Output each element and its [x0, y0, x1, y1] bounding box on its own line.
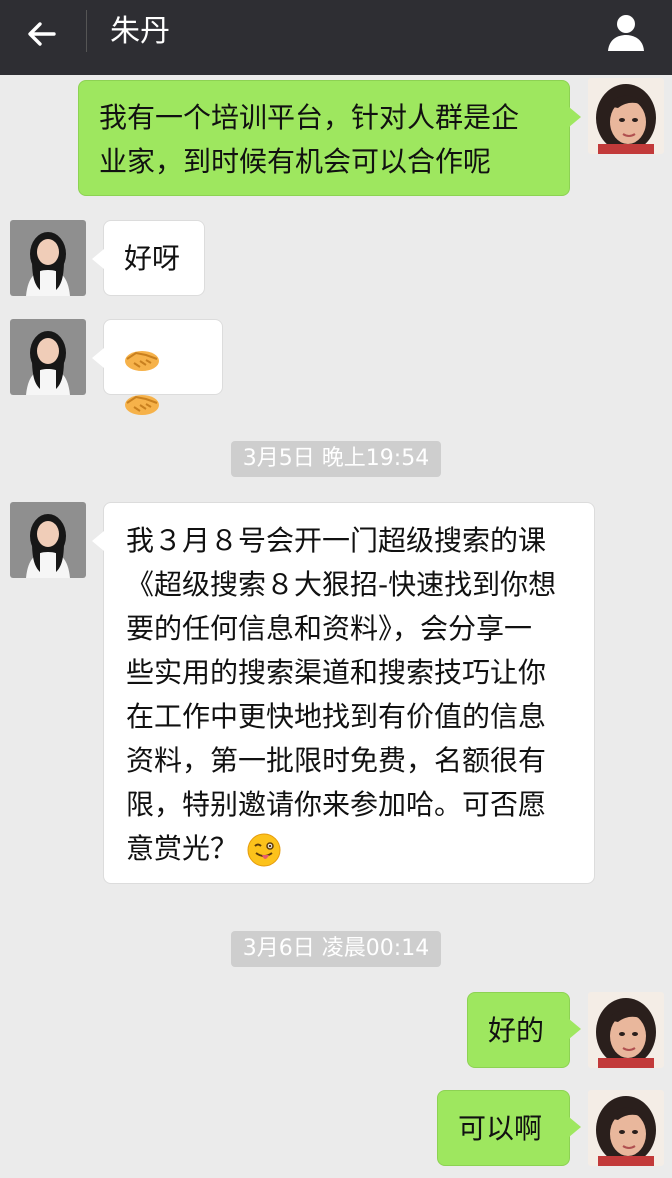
- winking-tongue-face-icon: [247, 833, 281, 867]
- chat-header: 朱丹: [0, 0, 672, 75]
- message-text: 意赏光？: [126, 832, 239, 865]
- contact-avatar[interactable]: [10, 220, 86, 296]
- message-text: 要的任何信息和资料》，会分享一: [126, 612, 533, 645]
- avatar-contact-icon: [10, 502, 86, 578]
- message-text: 好的: [488, 1014, 545, 1047]
- message-text: 资料，第一批限时免费，名额很有: [126, 744, 547, 777]
- my-avatar[interactable]: [588, 1090, 664, 1166]
- message-bubble-incoming[interactable]: [92, 319, 223, 415]
- message-bubble-outgoing[interactable]: 可以啊: [437, 1090, 581, 1166]
- avatar-self-icon: [588, 992, 664, 1068]
- profile-button[interactable]: [602, 8, 650, 56]
- message-text: 业家，到时候有机会可以合作呢: [99, 145, 492, 178]
- back-button[interactable]: [18, 10, 66, 58]
- message-text: 好呀: [124, 242, 181, 275]
- my-avatar[interactable]: [588, 78, 664, 154]
- avatar-self-icon: [588, 1090, 664, 1166]
- message-text: 我３月８号会开一门超级搜索的课: [126, 524, 547, 557]
- my-avatar[interactable]: [588, 992, 664, 1068]
- handshake-icon: [125, 351, 159, 371]
- avatar-contact-icon: [10, 319, 86, 395]
- timestamp-label: 3月6日 凌晨00:14: [230, 931, 442, 967]
- header-divider: [86, 10, 87, 52]
- message-bubble-outgoing[interactable]: 好的: [467, 992, 581, 1068]
- person-icon: [608, 15, 644, 51]
- avatar-contact-icon: [10, 220, 86, 296]
- message-text: 限，特别邀请你来参加哈。可否愿: [126, 788, 547, 821]
- chat-title: 朱丹: [110, 14, 170, 49]
- avatar-self-icon: [588, 78, 664, 154]
- message-text: 我有一个培训平台，针对人群是企: [99, 101, 520, 134]
- message-text: 《超级搜索８大狠招-快速找到你想: [126, 568, 557, 601]
- contact-avatar[interactable]: [10, 319, 86, 395]
- message-text: 些实用的搜索渠道和搜索技巧让你: [126, 656, 547, 689]
- arrow-left-icon: [28, 22, 56, 46]
- timestamp: 3月5日 晚上19:54: [0, 441, 672, 477]
- message-text: 可以啊: [458, 1112, 543, 1145]
- message-text: 在工作中更快地找到有价值的信息: [126, 700, 547, 733]
- contact-avatar[interactable]: [10, 502, 86, 578]
- message-bubble-incoming[interactable]: 我３月８号会开一门超级搜索的课 《超级搜索８大狠招-快速找到你想 要的任何信息和…: [92, 502, 595, 884]
- message-bubble-incoming[interactable]: 好呀: [92, 220, 205, 296]
- message-last-line: 意赏光？: [126, 827, 576, 871]
- message-bubble-outgoing[interactable]: 我有一个培训平台，针对人群是企 业家，到时候有机会可以合作呢: [78, 80, 581, 196]
- timestamp: 3月6日 凌晨00:14: [0, 931, 672, 967]
- timestamp-label: 3月5日 晚上19:54: [230, 441, 442, 477]
- handshake-icon: [125, 395, 159, 415]
